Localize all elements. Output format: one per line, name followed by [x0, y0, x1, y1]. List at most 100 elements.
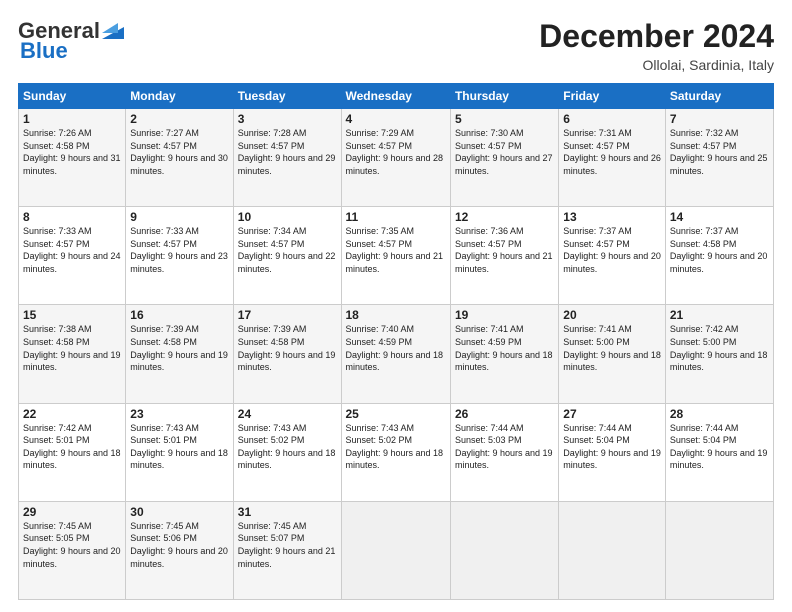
- col-sunday: Sunday: [19, 84, 126, 109]
- calendar-cell: [450, 501, 558, 599]
- day-number: 29: [23, 505, 121, 519]
- logo: General Blue: [18, 18, 124, 64]
- day-detail: Sunrise: 7:43 AMSunset: 5:02 PMDaylight:…: [346, 423, 444, 471]
- calendar-week-row: 15 Sunrise: 7:38 AMSunset: 4:58 PMDayligh…: [19, 305, 774, 403]
- day-detail: Sunrise: 7:34 AMSunset: 4:57 PMDaylight:…: [238, 226, 336, 274]
- calendar-cell: 13 Sunrise: 7:37 AMSunset: 4:57 PMDayligh…: [559, 207, 666, 305]
- day-number: 27: [563, 407, 661, 421]
- calendar-cell: 16 Sunrise: 7:39 AMSunset: 4:58 PMDayligh…: [126, 305, 233, 403]
- day-number: 6: [563, 112, 661, 126]
- day-number: 23: [130, 407, 228, 421]
- calendar-cell: 11 Sunrise: 7:35 AMSunset: 4:57 PMDayligh…: [341, 207, 450, 305]
- day-detail: Sunrise: 7:43 AMSunset: 5:02 PMDaylight:…: [238, 423, 336, 471]
- calendar-cell: 6 Sunrise: 7:31 AMSunset: 4:57 PMDaylight…: [559, 109, 666, 207]
- day-detail: Sunrise: 7:38 AMSunset: 4:58 PMDaylight:…: [23, 324, 121, 372]
- day-detail: Sunrise: 7:29 AMSunset: 4:57 PMDaylight:…: [346, 128, 444, 176]
- day-number: 15: [23, 308, 121, 322]
- calendar-week-row: 22 Sunrise: 7:42 AMSunset: 5:01 PMDayligh…: [19, 403, 774, 501]
- subtitle: Ollolai, Sardinia, Italy: [539, 57, 774, 73]
- day-detail: Sunrise: 7:44 AMSunset: 5:04 PMDaylight:…: [563, 423, 661, 471]
- day-detail: Sunrise: 7:36 AMSunset: 4:57 PMDaylight:…: [455, 226, 553, 274]
- day-number: 13: [563, 210, 661, 224]
- calendar-cell: 10 Sunrise: 7:34 AMSunset: 4:57 PMDayligh…: [233, 207, 341, 305]
- day-detail: Sunrise: 7:41 AMSunset: 5:00 PMDaylight:…: [563, 324, 661, 372]
- calendar-cell: [341, 501, 450, 599]
- calendar-week-row: 8Sunrise: 7:33 AMSunset: 4:57 PMDaylight…: [19, 207, 774, 305]
- calendar-week-row: 29 Sunrise: 7:45 AMSunset: 5:05 PMDayligh…: [19, 501, 774, 599]
- calendar-cell: 23 Sunrise: 7:43 AMSunset: 5:01 PMDayligh…: [126, 403, 233, 501]
- page: General Blue December 2024 Ollolai, Sard…: [0, 0, 792, 612]
- day-detail: Sunrise: 7:39 AMSunset: 4:58 PMDaylight:…: [238, 324, 336, 372]
- calendar-cell: 2 Sunrise: 7:27 AMSunset: 4:57 PMDaylight…: [126, 109, 233, 207]
- day-detail: Sunrise: 7:35 AMSunset: 4:57 PMDaylight:…: [346, 226, 444, 274]
- day-detail: Sunrise: 7:45 AMSunset: 5:07 PMDaylight:…: [238, 521, 336, 569]
- day-number: 4: [346, 112, 446, 126]
- calendar-cell: [665, 501, 773, 599]
- day-number: 17: [238, 308, 337, 322]
- calendar-header-row: Sunday Monday Tuesday Wednesday Thursday…: [19, 84, 774, 109]
- day-detail: Sunrise: 7:33 AMSunset: 4:57 PMDaylight:…: [23, 226, 121, 274]
- day-number: 2: [130, 112, 228, 126]
- col-monday: Monday: [126, 84, 233, 109]
- calendar-week-row: 1 Sunrise: 7:26 AMSunset: 4:58 PMDaylight…: [19, 109, 774, 207]
- calendar-cell: 24 Sunrise: 7:43 AMSunset: 5:02 PMDayligh…: [233, 403, 341, 501]
- day-detail: Sunrise: 7:31 AMSunset: 4:57 PMDaylight:…: [563, 128, 661, 176]
- calendar-cell: 14 Sunrise: 7:37 AMSunset: 4:58 PMDayligh…: [665, 207, 773, 305]
- calendar-cell: 4 Sunrise: 7:29 AMSunset: 4:57 PMDaylight…: [341, 109, 450, 207]
- day-detail: Sunrise: 7:37 AMSunset: 4:58 PMDaylight:…: [670, 226, 768, 274]
- header: General Blue December 2024 Ollolai, Sard…: [18, 18, 774, 73]
- day-number: 22: [23, 407, 121, 421]
- calendar-cell: 25 Sunrise: 7:43 AMSunset: 5:02 PMDayligh…: [341, 403, 450, 501]
- day-number: 30: [130, 505, 228, 519]
- day-detail: Sunrise: 7:45 AMSunset: 5:06 PMDaylight:…: [130, 521, 228, 569]
- calendar-cell: 17 Sunrise: 7:39 AMSunset: 4:58 PMDayligh…: [233, 305, 341, 403]
- title-block: December 2024 Ollolai, Sardinia, Italy: [539, 18, 774, 73]
- day-number: 1: [23, 112, 121, 126]
- day-number: 9: [130, 210, 228, 224]
- day-number: 11: [346, 210, 446, 224]
- calendar-cell: 7 Sunrise: 7:32 AMSunset: 4:57 PMDaylight…: [665, 109, 773, 207]
- day-number: 24: [238, 407, 337, 421]
- day-number: 12: [455, 210, 554, 224]
- col-saturday: Saturday: [665, 84, 773, 109]
- day-detail: Sunrise: 7:42 AMSunset: 5:01 PMDaylight:…: [23, 423, 121, 471]
- day-detail: Sunrise: 7:37 AMSunset: 4:57 PMDaylight:…: [563, 226, 661, 274]
- day-number: 31: [238, 505, 337, 519]
- day-number: 7: [670, 112, 769, 126]
- day-number: 18: [346, 308, 446, 322]
- day-number: 10: [238, 210, 337, 224]
- day-number: 19: [455, 308, 554, 322]
- col-tuesday: Tuesday: [233, 84, 341, 109]
- calendar-cell: 12 Sunrise: 7:36 AMSunset: 4:57 PMDayligh…: [450, 207, 558, 305]
- logo-arrow-icon: [102, 19, 124, 39]
- calendar-cell: 18 Sunrise: 7:40 AMSunset: 4:59 PMDayligh…: [341, 305, 450, 403]
- calendar-cell: 29 Sunrise: 7:45 AMSunset: 5:05 PMDayligh…: [19, 501, 126, 599]
- day-detail: Sunrise: 7:27 AMSunset: 4:57 PMDaylight:…: [130, 128, 228, 176]
- calendar-cell: 19 Sunrise: 7:41 AMSunset: 4:59 PMDayligh…: [450, 305, 558, 403]
- day-detail: Sunrise: 7:32 AMSunset: 4:57 PMDaylight:…: [670, 128, 768, 176]
- day-number: 16: [130, 308, 228, 322]
- day-detail: Sunrise: 7:44 AMSunset: 5:04 PMDaylight:…: [670, 423, 768, 471]
- day-detail: Sunrise: 7:43 AMSunset: 5:01 PMDaylight:…: [130, 423, 228, 471]
- calendar-cell: [559, 501, 666, 599]
- day-detail: Sunrise: 7:39 AMSunset: 4:58 PMDaylight:…: [130, 324, 228, 372]
- main-title: December 2024: [539, 18, 774, 55]
- calendar-cell: 26 Sunrise: 7:44 AMSunset: 5:03 PMDayligh…: [450, 403, 558, 501]
- calendar-cell: 30 Sunrise: 7:45 AMSunset: 5:06 PMDayligh…: [126, 501, 233, 599]
- day-detail: Sunrise: 7:26 AMSunset: 4:58 PMDaylight:…: [23, 128, 121, 176]
- day-number: 26: [455, 407, 554, 421]
- calendar-cell: 31 Sunrise: 7:45 AMSunset: 5:07 PMDayligh…: [233, 501, 341, 599]
- day-number: 14: [670, 210, 769, 224]
- calendar-cell: 3Sunrise: 7:28 AMSunset: 4:57 PMDaylight…: [233, 109, 341, 207]
- day-detail: Sunrise: 7:45 AMSunset: 5:05 PMDaylight:…: [23, 521, 121, 569]
- day-number: 25: [346, 407, 446, 421]
- calendar-cell: 9Sunrise: 7:33 AMSunset: 4:57 PMDaylight…: [126, 207, 233, 305]
- day-detail: Sunrise: 7:40 AMSunset: 4:59 PMDaylight:…: [346, 324, 444, 372]
- col-thursday: Thursday: [450, 84, 558, 109]
- day-detail: Sunrise: 7:44 AMSunset: 5:03 PMDaylight:…: [455, 423, 553, 471]
- day-number: 21: [670, 308, 769, 322]
- day-detail: Sunrise: 7:41 AMSunset: 4:59 PMDaylight:…: [455, 324, 553, 372]
- calendar-cell: 1 Sunrise: 7:26 AMSunset: 4:58 PMDaylight…: [19, 109, 126, 207]
- day-number: 28: [670, 407, 769, 421]
- col-wednesday: Wednesday: [341, 84, 450, 109]
